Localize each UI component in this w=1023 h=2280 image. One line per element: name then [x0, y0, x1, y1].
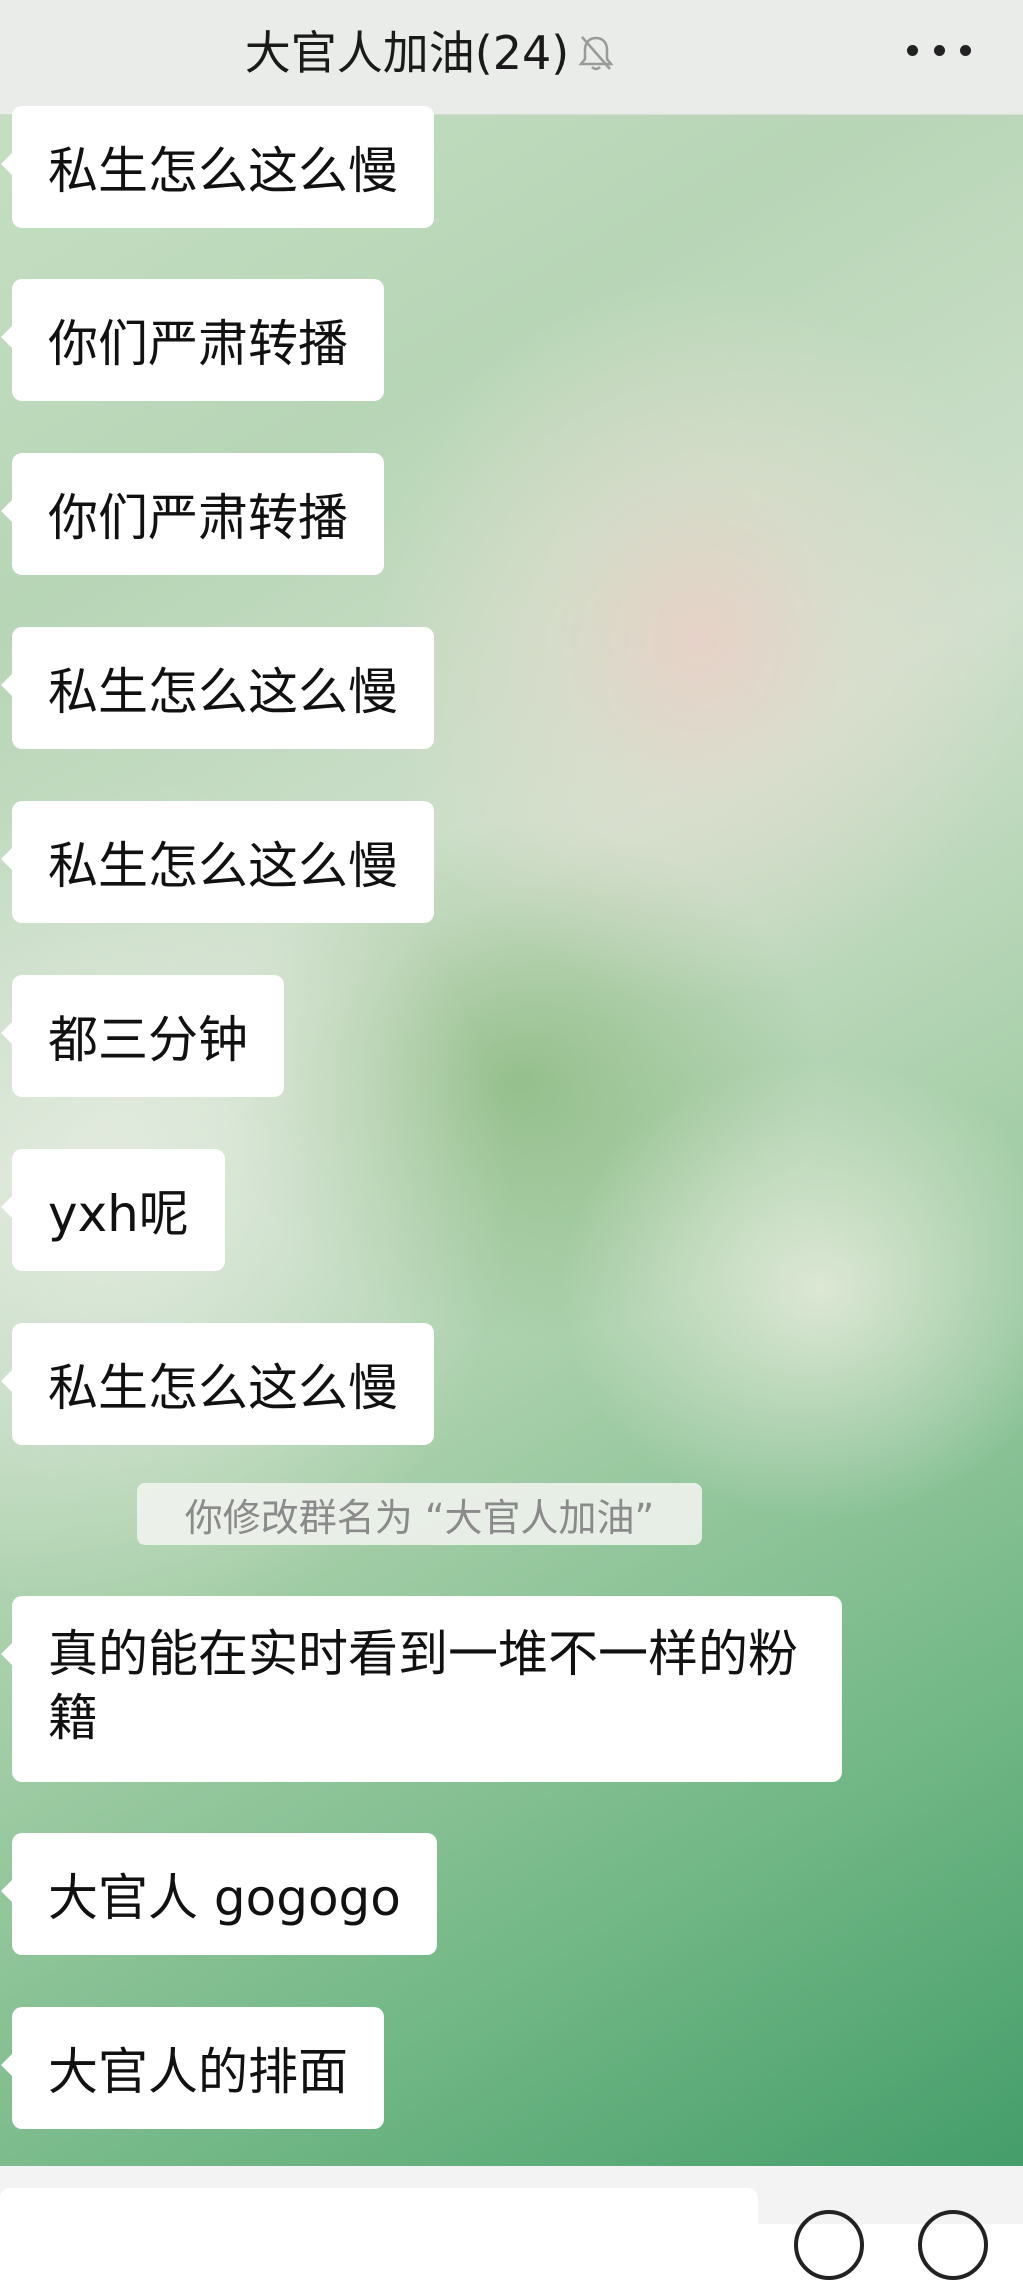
- message-text: 大官人 gogogo: [48, 1869, 401, 1927]
- more-dots-icon[interactable]: [907, 30, 971, 70]
- message-bubble[interactable]: 真的能在实时看到一堆不一样的粉籍: [1, 1596, 842, 1782]
- message-text: 私生怎么这么慢: [48, 142, 398, 200]
- message-text: yxh呢: [48, 1185, 189, 1243]
- message-text: 私生怎么这么慢: [48, 837, 398, 895]
- message-text: 你们严肃转播: [48, 315, 348, 373]
- message-text: 大官人的排面: [48, 2043, 348, 2101]
- chat-title-wrap: 大官人加油(24): [0, 0, 860, 100]
- message-bubble[interactable]: 私生怎么这么慢: [1, 106, 434, 228]
- chat-header: 大官人加油(24): [0, 0, 1023, 115]
- message-input[interactable]: [0, 2188, 758, 2228]
- message-bubble[interactable]: 大官人的排面: [1, 2007, 384, 2129]
- message-text: 你们严肃转播: [48, 489, 348, 547]
- message-text: 私生怎么这么慢: [48, 1359, 398, 1417]
- emoji-icon[interactable]: [918, 2210, 988, 2280]
- message-bubble[interactable]: 私生怎么这么慢: [1, 801, 434, 923]
- message-text: 都三分钟: [48, 1011, 248, 1069]
- message-text: 真的能在实时看到一堆不一样的粉籍: [48, 1625, 798, 1747]
- message-text: 私生怎么这么慢: [48, 663, 398, 721]
- message-bubble[interactable]: 大官人 gogogo: [1, 1833, 437, 1955]
- bell-off-icon: [577, 30, 615, 71]
- message-bubble[interactable]: 都三分钟: [1, 975, 284, 1097]
- system-notice: 你修改群名为 “大官人加油”: [137, 1483, 702, 1545]
- message-bubble[interactable]: yxh呢: [1, 1149, 225, 1271]
- message-bubble[interactable]: 你们严肃转播: [1, 279, 384, 401]
- voice-icon[interactable]: [794, 2210, 864, 2280]
- chat-title[interactable]: 大官人加油(24): [245, 17, 569, 83]
- message-bubble[interactable]: 私生怎么这么慢: [1, 1323, 434, 1445]
- message-bubble[interactable]: 私生怎么这么慢: [1, 627, 434, 749]
- message-bubble[interactable]: 你们严肃转播: [1, 453, 384, 575]
